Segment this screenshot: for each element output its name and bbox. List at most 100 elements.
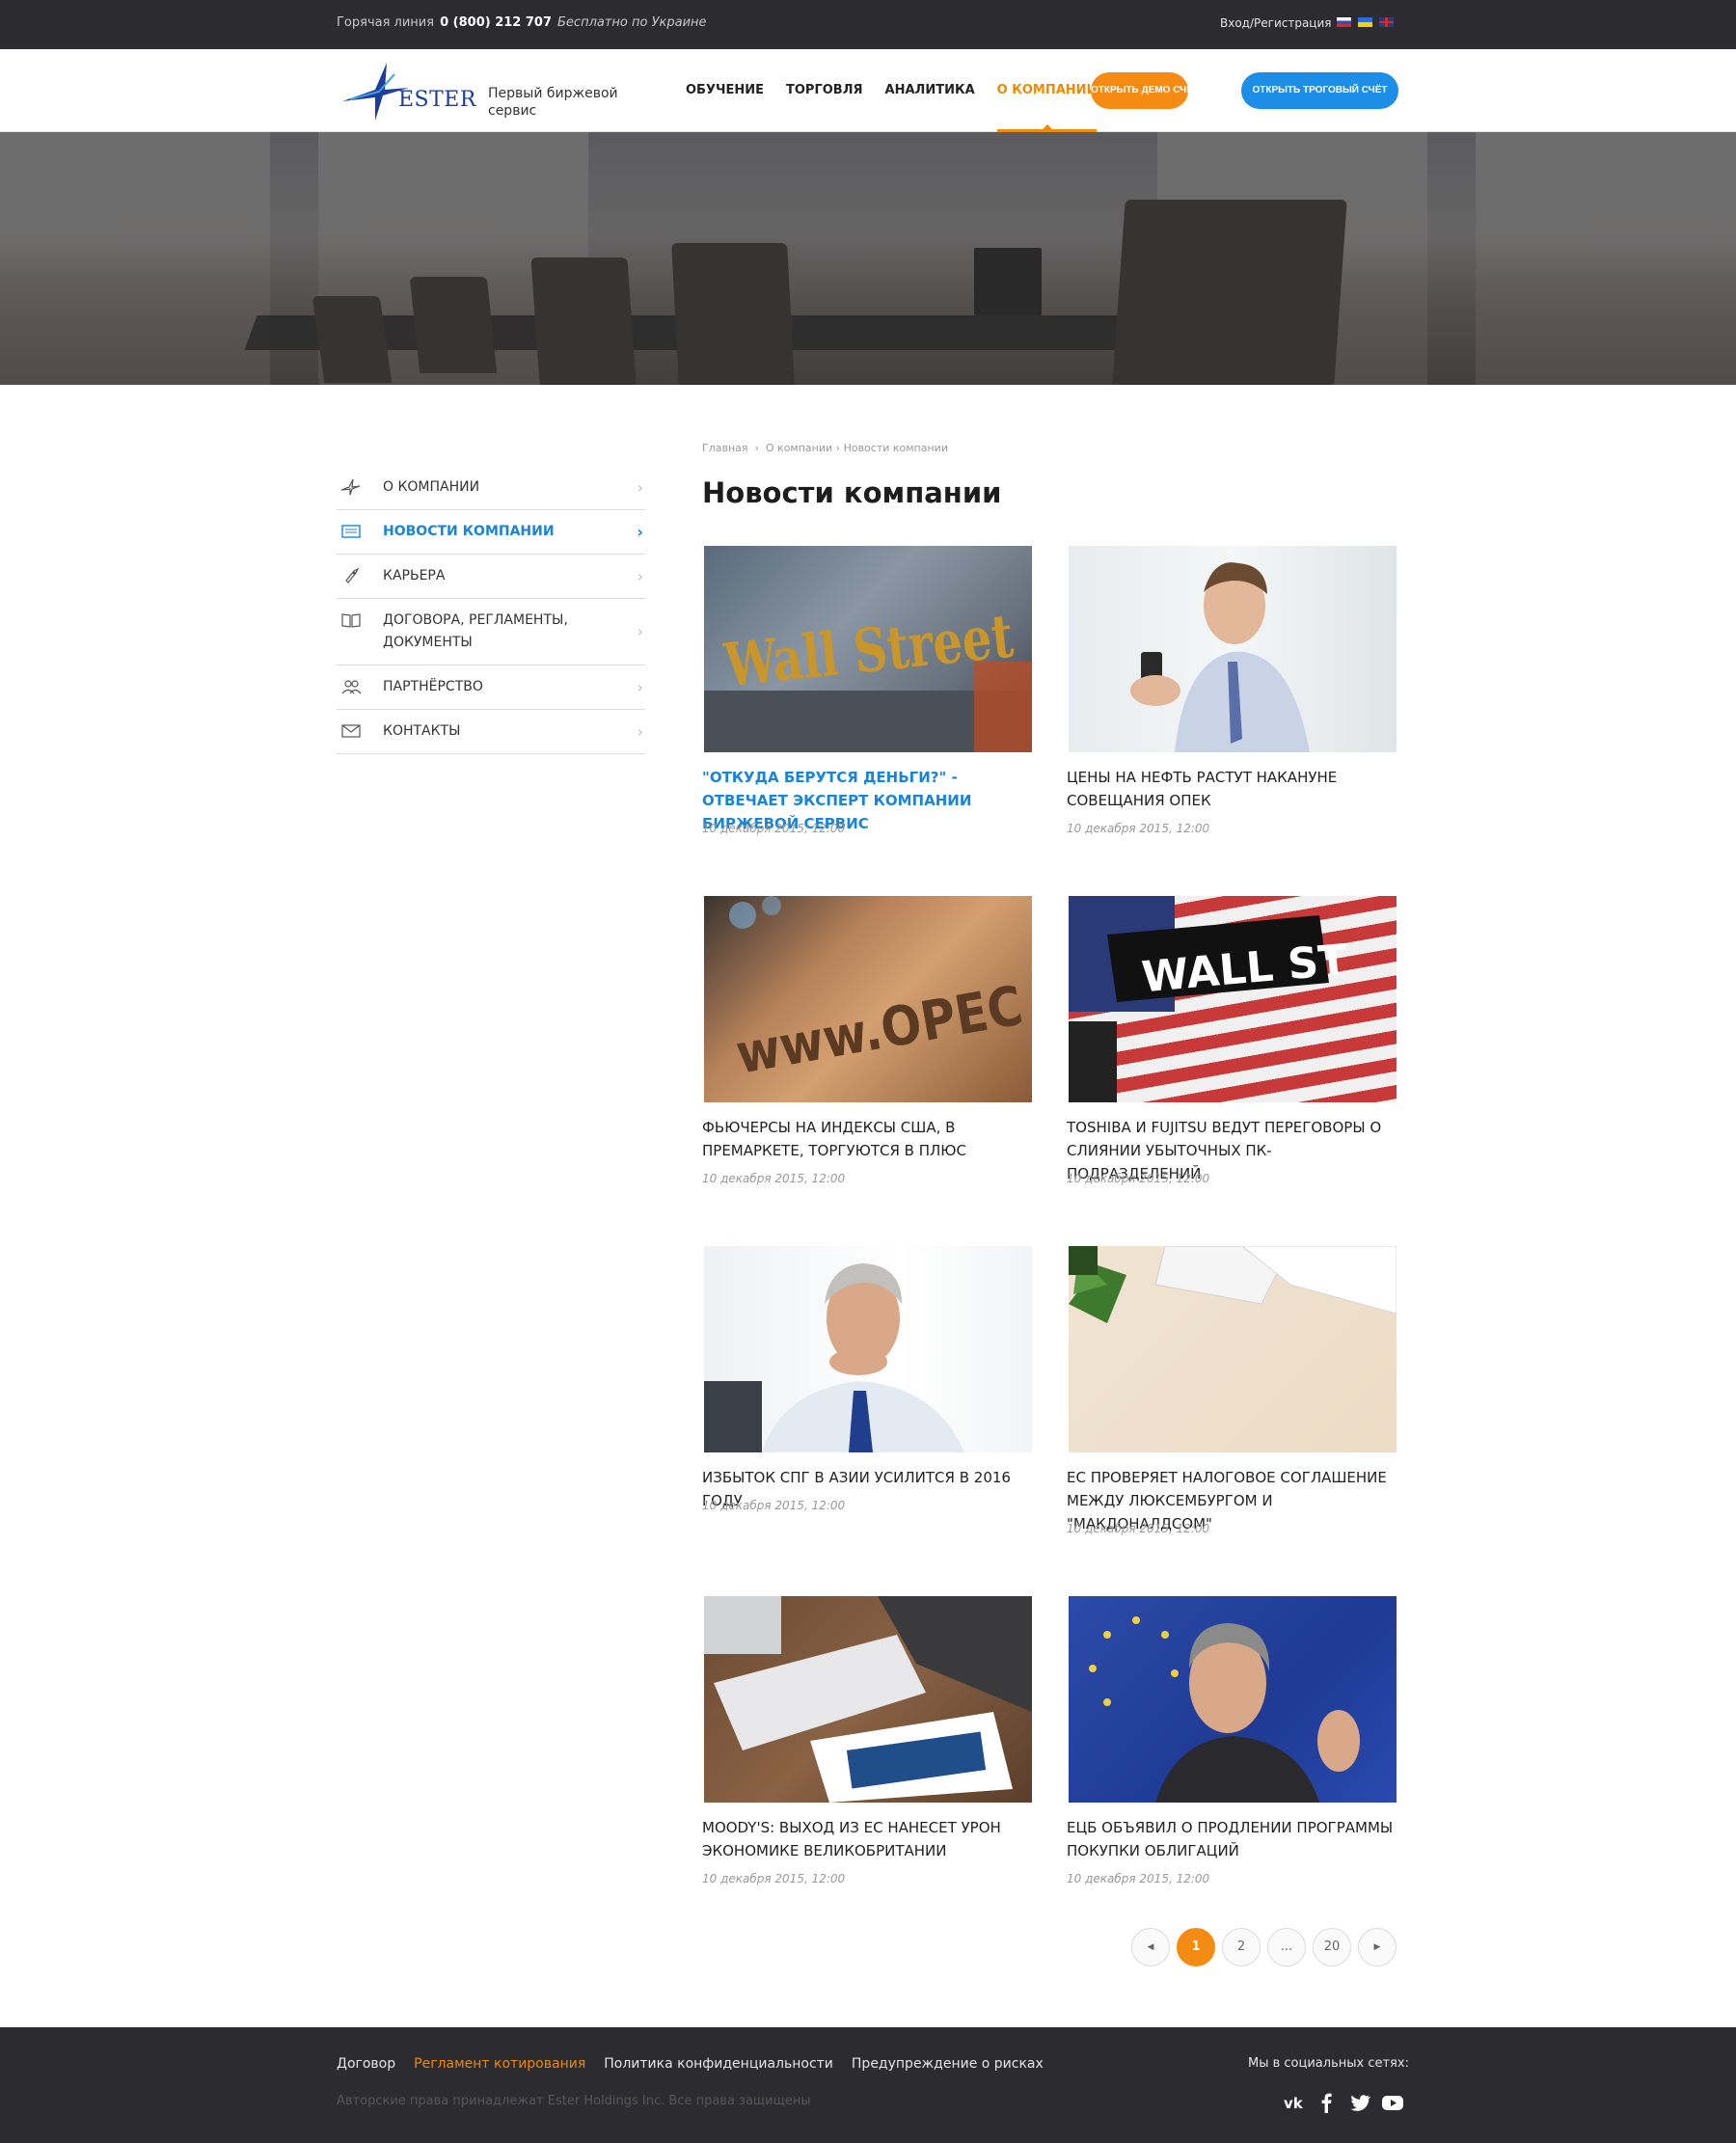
news-title[interactable]: ЦЕНЫ НА НЕФТЬ РАСТУТ НАКАНУНЕ СОВЕЩАНИЯ … xyxy=(1067,766,1397,812)
hero-banner-image xyxy=(0,132,1736,385)
news-image-wall-street[interactable]: Wall Street xyxy=(704,546,1032,752)
sidebar-item-label: КОНТАКТЫ xyxy=(383,723,461,739)
page-2-button[interactable]: 2 xyxy=(1222,1928,1261,1967)
svg-text:vk: vk xyxy=(1284,2095,1304,2112)
next-page-button[interactable]: ▶ xyxy=(1358,1928,1397,1967)
nav-analytics[interactable]: АНАЛИТИКА xyxy=(885,49,975,132)
copyright: Авторские права принадлежат Ester Holdin… xyxy=(337,2094,811,2108)
footer-link-contract[interactable]: Договор xyxy=(337,2056,395,2072)
sidebar-item-label: ДОГОВОРА, РЕГЛАМЕНТЫ, ДОКУМЕНТЫ xyxy=(383,612,568,650)
main-nav: ОБУЧЕНИЕ ТОРГОВЛЯ АНАЛИТИКА О КОМПАНИИ xyxy=(686,49,1119,132)
news-title[interactable]: ФЬЮЧЕРСЫ НА ИНДЕКСЫ США, В ПРЕМАРКЕТЕ, Т… xyxy=(702,1116,1033,1162)
news-card[interactable]: ИЗБЫТОК СПГ В АЗИИ УСИЛИТСЯ В 2016 ГОДУ … xyxy=(702,1246,1033,1526)
news-date: 10 декабря 2015, 12:00 xyxy=(1067,1172,1210,1185)
news-image-eu-speaker[interactable] xyxy=(1069,1596,1397,1803)
news-image-thinking-businessman[interactable] xyxy=(704,1246,1032,1452)
people-icon xyxy=(341,680,362,694)
page-ellipsis: ... xyxy=(1267,1928,1306,1967)
language-switcher xyxy=(1337,17,1394,27)
sidebar-item-about[interactable]: О КОМПАНИИ › xyxy=(337,466,645,510)
chevron-right-icon: › xyxy=(637,522,643,541)
news-card[interactable]: ЕЦБ ОБЪЯВИЛ О ПРОДЛЕНИИ ПРОГРАММЫ ПОКУПК… xyxy=(1067,1596,1397,1895)
news-image-man-with-phone[interactable] xyxy=(1069,546,1397,752)
open-trading-account-button[interactable]: ОТКРЫТЬ ТРОГОВЫЙ СЧЁТ xyxy=(1241,72,1398,109)
hotline-note: Бесплатно по Украине xyxy=(557,15,707,30)
footer-link-risk-warning[interactable]: Предупреждение о рисках xyxy=(852,2056,1044,2072)
rocket-icon xyxy=(345,567,360,583)
social-links: vk xyxy=(1283,2092,1404,2113)
russian-flag-icon[interactable] xyxy=(1337,17,1351,27)
news-title[interactable]: MOODY'S: ВЫХОД ИЗ ЕС НАНЕСЕТ УРОН ЭКОНОМ… xyxy=(702,1816,1033,1862)
news-date: 10 декабря 2015, 12:00 xyxy=(702,822,846,835)
facebook-icon[interactable] xyxy=(1316,2092,1339,2113)
news-image-laptop-tablet[interactable] xyxy=(704,1596,1032,1803)
sidebar-item-documents[interactable]: ДОГОВОРА, РЕГЛАМЕНТЫ, ДОКУМЕНТЫ › xyxy=(337,599,645,665)
sidebar-item-label: ПАРТНЁРСТВО xyxy=(383,679,483,694)
footer: Договор Регламент котирования Политика к… xyxy=(0,2027,1736,2143)
footer-link-privacy[interactable]: Политика конфиденциальности xyxy=(604,2056,833,2072)
news-title[interactable]: ЕЦБ ОБЪЯВИЛ О ПРОДЛЕНИИ ПРОГРАММЫ ПОКУПК… xyxy=(1067,1816,1397,1862)
ukrainian-flag-icon[interactable] xyxy=(1358,17,1372,27)
english-flag-icon[interactable] xyxy=(1379,17,1394,27)
youtube-icon[interactable] xyxy=(1381,2092,1404,2113)
nav-trading[interactable]: ТОРГОВЛЯ xyxy=(786,49,863,132)
tagline: Первый биржевой сервис xyxy=(488,86,618,119)
news-card[interactable]: ЕС ПРОВЕРЯЕТ НАЛОГОВОЕ СОГЛАШЕНИЕ МЕЖДУ … xyxy=(1067,1246,1397,1545)
pagination: ◀ 1 2 ... 20 ▶ xyxy=(1131,1928,1397,1967)
star-logo-icon xyxy=(340,478,361,496)
sidebar: О КОМПАНИИ › НОВОСТИ КОМПАНИИ › КАРЬЕРА … xyxy=(337,466,645,754)
sidebar-item-label: О КОМПАНИИ xyxy=(383,479,480,495)
logo-text: ESTER xyxy=(398,88,476,112)
news-date: 10 декабря 2015, 12:00 xyxy=(702,1872,846,1885)
envelope-icon xyxy=(341,724,361,738)
twitter-icon[interactable] xyxy=(1348,2092,1371,2113)
chevron-right-icon: › xyxy=(637,677,643,696)
page-title: Новости компании xyxy=(702,476,1002,509)
vk-icon[interactable]: vk xyxy=(1283,2092,1306,2113)
image-text: Wall Street xyxy=(720,600,1017,700)
breadcrumb-about[interactable]: О компании xyxy=(766,442,832,454)
newspaper-icon xyxy=(341,525,361,538)
breadcrumb-home[interactable]: Главная xyxy=(702,442,748,454)
news-card[interactable]: WALL ST TOSHIBA И FUJITSU ВЕДУТ ПЕРЕГОВО… xyxy=(1067,896,1397,1195)
news-card[interactable]: MOODY'S: ВЫХОД ИЗ ЕС НАНЕСЕТ УРОН ЭКОНОМ… xyxy=(702,1596,1033,1895)
news-image-desk-keyboard[interactable] xyxy=(1069,1246,1397,1452)
chevron-right-icon: › xyxy=(637,622,643,640)
news-date: 10 декабря 2015, 12:00 xyxy=(702,1172,846,1185)
news-image-wall-st[interactable]: WALL ST xyxy=(1069,896,1397,1102)
chevron-right-icon: › xyxy=(637,566,643,585)
hotline-number[interactable]: 0 (800) 212 707 xyxy=(440,15,552,30)
nav-training[interactable]: ОБУЧЕНИЕ xyxy=(686,49,764,132)
news-card[interactable]: Wall Street "ОТКУДА БЕРУТСЯ ДЕНЬГИ?" - О… xyxy=(702,546,1033,864)
page-20-button[interactable]: 20 xyxy=(1313,1928,1351,1967)
news-card[interactable]: www.OPEC ФЬЮЧЕРСЫ НА ИНДЕКСЫ США, В ПРЕМ… xyxy=(702,896,1033,1195)
login-register-link[interactable]: Вход/Регистрация xyxy=(1220,16,1331,30)
sidebar-item-partnership[interactable]: ПАРТНЁРСТВО › xyxy=(337,665,645,710)
chevron-right-icon: › xyxy=(637,477,643,497)
book-icon xyxy=(341,613,361,628)
news-image-opec[interactable]: www.OPEC xyxy=(704,896,1032,1102)
social-label: Мы в социальных сетях: xyxy=(1248,2056,1409,2071)
open-demo-account-button[interactable]: ОТКРЫТЬ ДЕМО СЧЁТ xyxy=(1091,72,1199,109)
sidebar-item-label: КАРЬЕРА xyxy=(383,568,446,583)
breadcrumb-current: Новости компании xyxy=(843,442,948,454)
news-date: 10 декабря 2015, 12:00 xyxy=(1067,1522,1210,1535)
page-1-button[interactable]: 1 xyxy=(1177,1928,1215,1967)
nav-about[interactable]: О КОМПАНИИ xyxy=(996,49,1097,132)
news-date: 10 декабря 2015, 12:00 xyxy=(702,1499,846,1512)
hotline-label: Горячая линия xyxy=(337,15,435,30)
top-bar: Горячая линия 0 (800) 212 707 Бесплатно по… xyxy=(0,0,1736,49)
hotline: Горячая линия 0 (800) 212 707 Бесплатно по… xyxy=(337,15,707,30)
sidebar-item-news[interactable]: НОВОСТИ КОМПАНИИ › xyxy=(337,510,645,555)
prev-page-button[interactable]: ◀ xyxy=(1131,1928,1170,1967)
news-date: 10 декабря 2015, 12:00 xyxy=(1067,822,1210,835)
news-date: 10 декабря 2015, 12:00 xyxy=(1067,1872,1210,1885)
footer-links: Договор Регламент котирования Политика к… xyxy=(337,2056,1044,2072)
sidebar-item-contacts[interactable]: КОНТАКТЫ › xyxy=(337,710,645,754)
news-card[interactable]: ЦЕНЫ НА НЕФТЬ РАСТУТ НАКАНУНЕ СОВЕЩАНИЯ … xyxy=(1067,546,1397,864)
image-text: www.OPEC xyxy=(731,975,1027,1087)
sidebar-item-career[interactable]: КАРЬЕРА › xyxy=(337,555,645,599)
footer-link-quotation-rules[interactable]: Регламент котирования xyxy=(414,2056,585,2072)
main-header: ESTER Первый биржевой сервис ОБУЧЕНИЕ ТО… xyxy=(0,49,1736,132)
chevron-right-icon: › xyxy=(637,721,643,741)
